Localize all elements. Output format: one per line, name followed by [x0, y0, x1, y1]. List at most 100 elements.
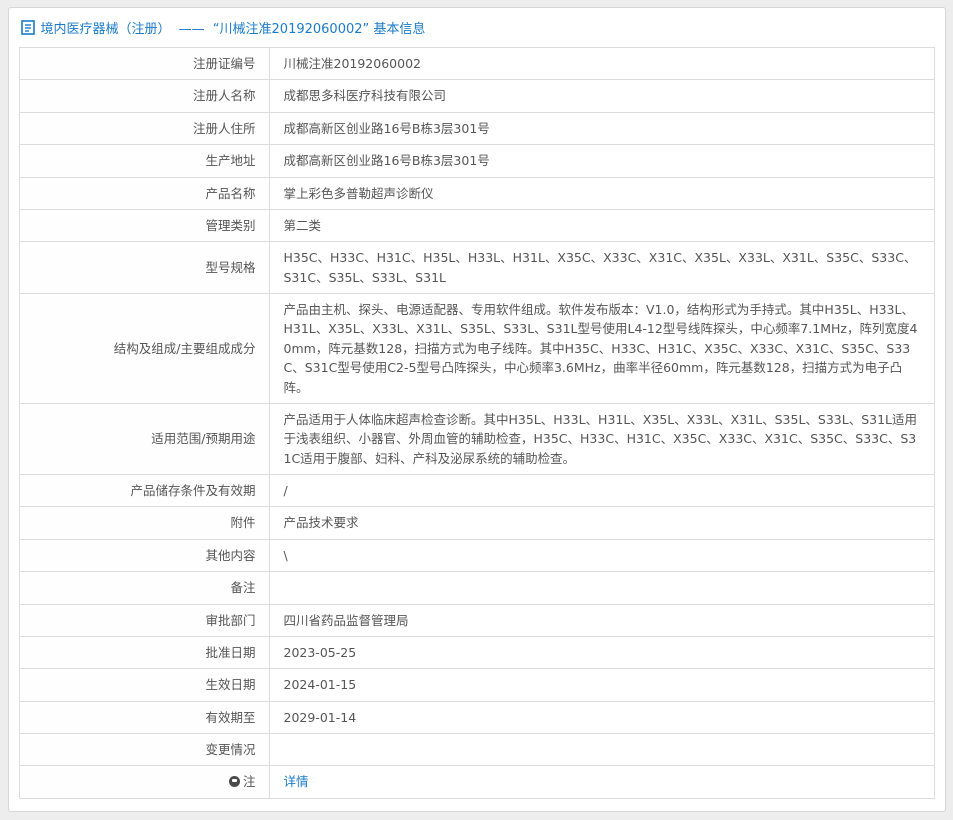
- row-label: 其他内容: [19, 539, 269, 571]
- table-row: 有效期至 2029-01-14: [19, 701, 934, 733]
- row-label-text: 管理类别: [205, 218, 255, 233]
- table-row: 结构及组成/主要组成成分 产品由主机、探头、电源适配器、专用软件组成。软件发布版本…: [19, 294, 934, 404]
- row-label-text: 附件: [230, 515, 255, 530]
- table-row: 注 详情: [19, 766, 934, 798]
- table-row: 产品名称 掌上彩色多普勒超声诊断仪: [19, 177, 934, 209]
- table-row: 注册人住所 成都高新区创业路16号B栋3层301号: [19, 112, 934, 144]
- row-value-text: /: [284, 483, 288, 498]
- row-label: 结构及组成/主要组成成分: [19, 294, 269, 404]
- row-value: 成都思多科医疗科技有限公司: [269, 80, 934, 112]
- row-label-text: 产品储存条件及有效期: [130, 483, 255, 498]
- row-value-text: 第二类: [284, 218, 322, 233]
- row-value: 产品技术要求: [269, 507, 934, 539]
- row-value: H35C、H33C、H31C、H35L、H33L、H31L、X35C、X33C、…: [269, 242, 934, 294]
- row-value-text: 产品由主机、探头、电源适配器、专用软件组成。软件发布版本：V1.0，结构形式为手…: [284, 302, 918, 395]
- row-value: 成都高新区创业路16号B栋3层301号: [269, 145, 934, 177]
- row-label-text: 产品名称: [205, 186, 255, 201]
- row-value-text: 2024-01-15: [284, 677, 357, 692]
- row-label: 审批部门: [19, 604, 269, 636]
- row-value-text: 成都思多科医疗科技有限公司: [284, 88, 447, 103]
- table-row: 生产地址 成都高新区创业路16号B栋3层301号: [19, 145, 934, 177]
- row-value: /: [269, 475, 934, 507]
- row-label: 生产地址: [19, 145, 269, 177]
- row-value: [269, 572, 934, 604]
- table-row: 审批部门 四川省药品监督管理局: [19, 604, 934, 636]
- table-row: 批准日期 2023-05-25: [19, 636, 934, 668]
- row-value: [269, 734, 934, 766]
- row-value: 第二类: [269, 209, 934, 241]
- table-row: 注册证编号 川械注准20192060002: [19, 48, 934, 80]
- row-value: \: [269, 539, 934, 571]
- info-table: 注册证编号川械注准20192060002注册人名称成都思多科医疗科技有限公司注册…: [19, 47, 935, 799]
- row-label: 产品储存条件及有效期: [19, 475, 269, 507]
- table-row: 适用范围/预期用途 产品适用于人体临床超声检查诊断。其中H35L、H33L、H31…: [19, 403, 934, 474]
- row-label: 附件: [19, 507, 269, 539]
- row-value: 2029-01-14: [269, 701, 934, 733]
- row-label: 管理类别: [19, 209, 269, 241]
- row-label-text: 生效日期: [205, 677, 255, 692]
- page-title-category: 境内医疗器械（注册）: [41, 22, 171, 37]
- row-label-text: 有效期至: [205, 710, 255, 725]
- row-label-text: 结构及组成/主要组成成分: [114, 341, 256, 356]
- table-row: 变更情况: [19, 734, 934, 766]
- row-value-text: 2023-05-25: [284, 645, 357, 660]
- registration-info-card: 境内医疗器械（注册） —— “川械注准20192060002” 基本信息 注册证…: [8, 7, 946, 812]
- row-label: 备注: [19, 572, 269, 604]
- row-label: 适用范围/预期用途: [19, 403, 269, 474]
- info-table-body: 注册证编号川械注准20192060002注册人名称成都思多科医疗科技有限公司注册…: [19, 48, 934, 799]
- row-value: 2023-05-25: [269, 636, 934, 668]
- row-value: 产品适用于人体临床超声检查诊断。其中H35L、H33L、H31L、X35L、X3…: [269, 403, 934, 474]
- row-value-text: 2029-01-14: [284, 710, 357, 725]
- row-label-text: 注册证编号: [193, 56, 256, 71]
- row-value-text: 四川省药品监督管理局: [284, 613, 409, 628]
- page-title-dash: ——: [179, 22, 205, 37]
- row-label: 变更情况: [19, 734, 269, 766]
- row-value-text: 产品技术要求: [284, 515, 359, 530]
- row-value-text: 产品适用于人体临床超声检查诊断。其中H35L、H33L、H31L、X35L、X3…: [284, 412, 918, 466]
- row-value-text: 成都高新区创业路16号B栋3层301号: [284, 153, 490, 168]
- table-row: 生效日期 2024-01-15: [19, 669, 934, 701]
- row-value: 掌上彩色多普勒超声诊断仪: [269, 177, 934, 209]
- table-row: 注册人名称 成都思多科医疗科技有限公司: [19, 80, 934, 112]
- row-label-text: 审批部门: [205, 613, 255, 628]
- row-label-text: 适用范围/预期用途: [151, 431, 255, 446]
- row-value-text: 川械注准20192060002: [284, 56, 421, 71]
- page-header: 境内医疗器械（注册） —— “川械注准20192060002” 基本信息: [9, 8, 945, 45]
- row-label-text: 其他内容: [205, 548, 255, 563]
- row-value: 四川省药品监督管理局: [269, 604, 934, 636]
- row-label: 有效期至: [19, 701, 269, 733]
- row-label: 批准日期: [19, 636, 269, 668]
- row-value: 产品由主机、探头、电源适配器、专用软件组成。软件发布版本：V1.0，结构形式为手…: [269, 294, 934, 404]
- row-label: 注册人住所: [19, 112, 269, 144]
- document-icon: [21, 20, 35, 35]
- row-value: 详情: [269, 766, 934, 798]
- page-title: 境内医疗器械（注册） —— “川械注准20192060002” 基本信息: [41, 18, 426, 37]
- page-title-main: “川械注准20192060002” 基本信息: [213, 22, 426, 37]
- row-label: 生效日期: [19, 669, 269, 701]
- row-label: 注册人名称: [19, 80, 269, 112]
- table-row: 产品储存条件及有效期 /: [19, 475, 934, 507]
- row-value: 成都高新区创业路16号B栋3层301号: [269, 112, 934, 144]
- row-value-text: H35C、H33C、H31C、H35L、H33L、H31L、X35C、X33C、…: [284, 250, 917, 284]
- row-label-text: 生产地址: [205, 153, 255, 168]
- row-label-text: 注: [243, 774, 256, 789]
- table-row: 型号规格 H35C、H33C、H31C、H35L、H33L、H31L、X35C、X…: [19, 242, 934, 294]
- row-label: 产品名称: [19, 177, 269, 209]
- row-label: 注: [19, 766, 269, 798]
- row-label-text: 备注: [230, 580, 255, 595]
- table-row: 管理类别 第二类: [19, 209, 934, 241]
- row-label: 注册证编号: [19, 48, 269, 80]
- row-label-text: 注册人住所: [193, 121, 256, 136]
- row-value-text: 成都高新区创业路16号B栋3层301号: [284, 121, 490, 136]
- row-label-text: 批准日期: [205, 645, 255, 660]
- row-value-text: 掌上彩色多普勒超声诊断仪: [284, 186, 434, 201]
- table-row: 备注: [19, 572, 934, 604]
- info-table-wrap: 注册证编号川械注准20192060002注册人名称成都思多科医疗科技有限公司注册…: [9, 45, 945, 799]
- row-value: 2024-01-15: [269, 669, 934, 701]
- row-label: 型号规格: [19, 242, 269, 294]
- row-label-text: 型号规格: [205, 260, 255, 275]
- row-label-text: 注册人名称: [193, 88, 256, 103]
- detail-link[interactable]: 详情: [284, 774, 309, 789]
- table-row: 附件 产品技术要求: [19, 507, 934, 539]
- note-icon: [229, 776, 240, 787]
